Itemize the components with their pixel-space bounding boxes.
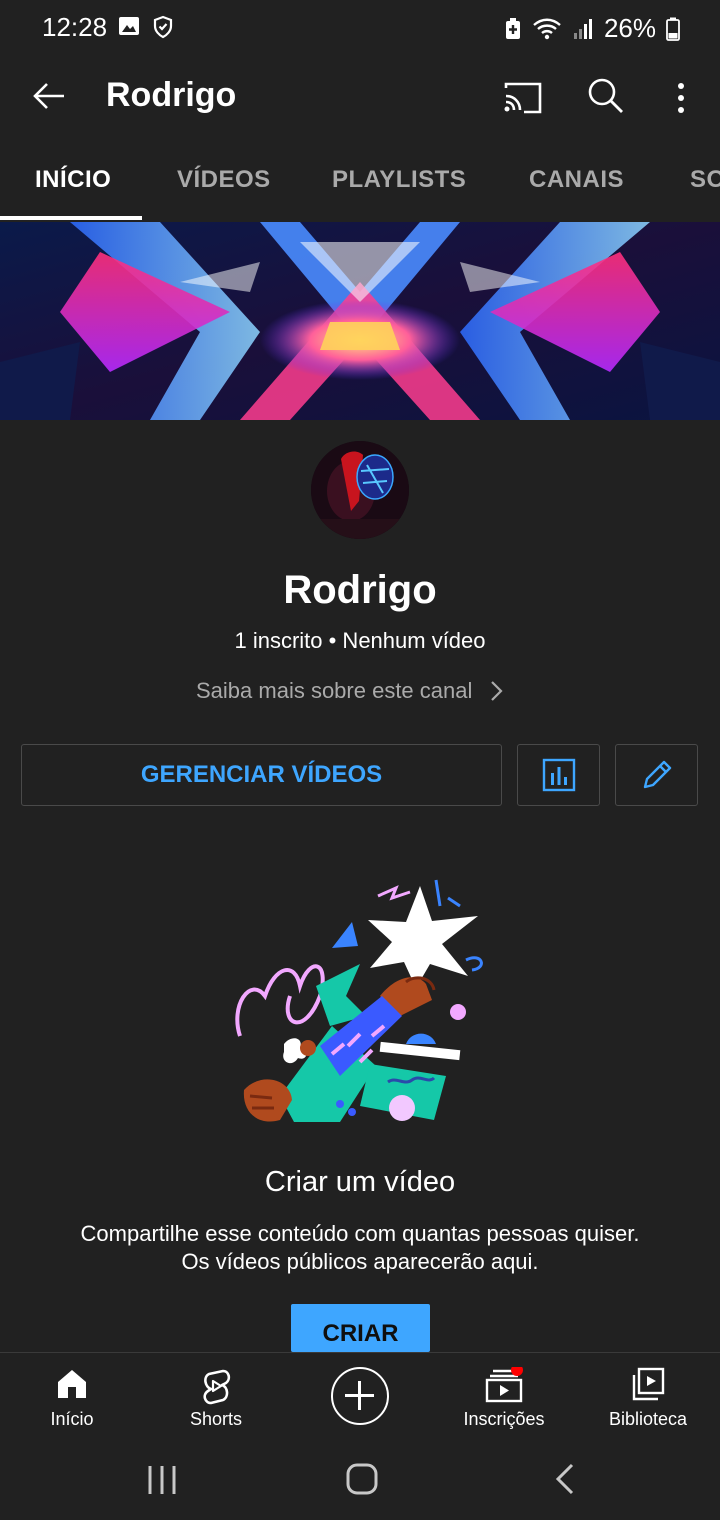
nav-label-biblioteca: Biblioteca <box>608 1409 688 1429</box>
channel-tabs: INÍCIO VÍDEOS PLAYLISTS CANAIS SO <box>0 140 720 222</box>
nav-label-shorts: Shorts <box>189 1409 243 1429</box>
bottom-navigation: Início Shorts Inscrições Biblioteca <box>0 1352 720 1440</box>
empty-state-line-2: Os vídeos públicos aparecerão aqui. <box>181 1249 539 1274</box>
search-button[interactable] <box>584 74 628 118</box>
page-title: Rodrigo <box>106 76 237 114</box>
battery-saver-icon <box>505 17 520 39</box>
gallery-notification-icon <box>119 17 139 35</box>
manage-videos-button[interactable]: GERENCIAR VÍDEOS <box>21 744 502 806</box>
edit-channel-button[interactable] <box>615 744 698 806</box>
library-icon <box>632 1367 665 1401</box>
tab-videos[interactable]: VÍDEOS <box>177 166 271 194</box>
back-button[interactable] <box>28 74 72 118</box>
create-button[interactable]: CRIAR <box>291 1304 430 1352</box>
recent-apps-button[interactable] <box>140 1460 184 1500</box>
illustration-art <box>235 879 483 1122</box>
recent-apps-icon <box>148 1466 176 1494</box>
shield-notification-icon <box>153 15 173 39</box>
home-circle-icon <box>346 1463 378 1495</box>
home-icon <box>58 1370 86 1398</box>
about-channel-link[interactable]: Saiba mais sobre este canal <box>196 678 504 704</box>
analytics-icon <box>542 758 575 792</box>
tab-playlists[interactable]: PLAYLISTS <box>332 166 466 194</box>
tab-canais[interactable]: CANAIS <box>529 166 624 194</box>
nav-item-inscricoes[interactable]: Inscrições <box>432 1353 576 1441</box>
wifi-icon <box>533 18 561 39</box>
home-system-button[interactable] <box>340 1460 384 1500</box>
status-system-icons: 26% <box>504 13 680 44</box>
tab-inicio[interactable]: INÍCIO <box>35 166 111 194</box>
app-bar: Rodrigo <box>0 56 720 140</box>
tab-indicator <box>0 216 142 220</box>
empty-state-title: Criar um vídeo <box>264 1166 456 1198</box>
search-icon <box>588 78 623 113</box>
about-channel-label: Saiba mais sobre este canal <box>196 678 473 703</box>
cast-button[interactable] <box>500 76 544 120</box>
system-navigation-bar <box>0 1440 720 1520</box>
status-time: 12:28 <box>42 12 108 42</box>
chevron-left-icon <box>555 1463 574 1495</box>
more-vertical-icon <box>678 83 684 113</box>
battery-percentage: 26% <box>603 13 656 43</box>
system-back-button[interactable] <box>544 1460 588 1500</box>
shorts-icon <box>203 1369 231 1405</box>
channel-stats: 1 inscrito • Nenhum vídeo <box>234 628 486 653</box>
avatar-image <box>311 441 409 539</box>
arrow-back-icon <box>33 83 64 109</box>
battery-icon <box>666 17 680 41</box>
more-options-button[interactable] <box>664 76 698 120</box>
create-video-illustration <box>220 876 510 1136</box>
nav-label-inicio: Início <box>50 1409 94 1429</box>
nav-item-shorts[interactable]: Shorts <box>144 1353 288 1441</box>
banner-art <box>0 222 720 420</box>
create-icon <box>331 1367 389 1425</box>
plus-icon <box>345 1381 374 1410</box>
subscriptions-icon <box>485 1367 523 1403</box>
status-bar: 12:28 26% <box>0 0 720 56</box>
status-notification-icons <box>118 15 174 39</box>
cast-icon <box>504 82 542 114</box>
signal-icon <box>573 18 592 39</box>
analytics-button[interactable] <box>517 744 600 806</box>
nav-item-create[interactable] <box>288 1353 432 1441</box>
nav-item-biblioteca[interactable]: Biblioteca <box>576 1353 720 1441</box>
empty-state-line-1: Compartilhe esse conteúdo com quantas pe… <box>80 1221 640 1246</box>
channel-name: Rodrigo <box>283 568 437 612</box>
tab-sobre[interactable]: SO <box>690 166 720 194</box>
empty-state-description: Compartilhe esse conteúdo com quantas pe… <box>0 1220 720 1276</box>
pencil-icon <box>643 760 671 789</box>
chevron-right-icon <box>491 681 503 701</box>
channel-banner <box>0 222 720 420</box>
nav-label-inscricoes: Inscrições <box>463 1409 545 1429</box>
nav-item-inicio[interactable]: Início <box>0 1353 144 1441</box>
channel-avatar[interactable] <box>311 441 409 539</box>
